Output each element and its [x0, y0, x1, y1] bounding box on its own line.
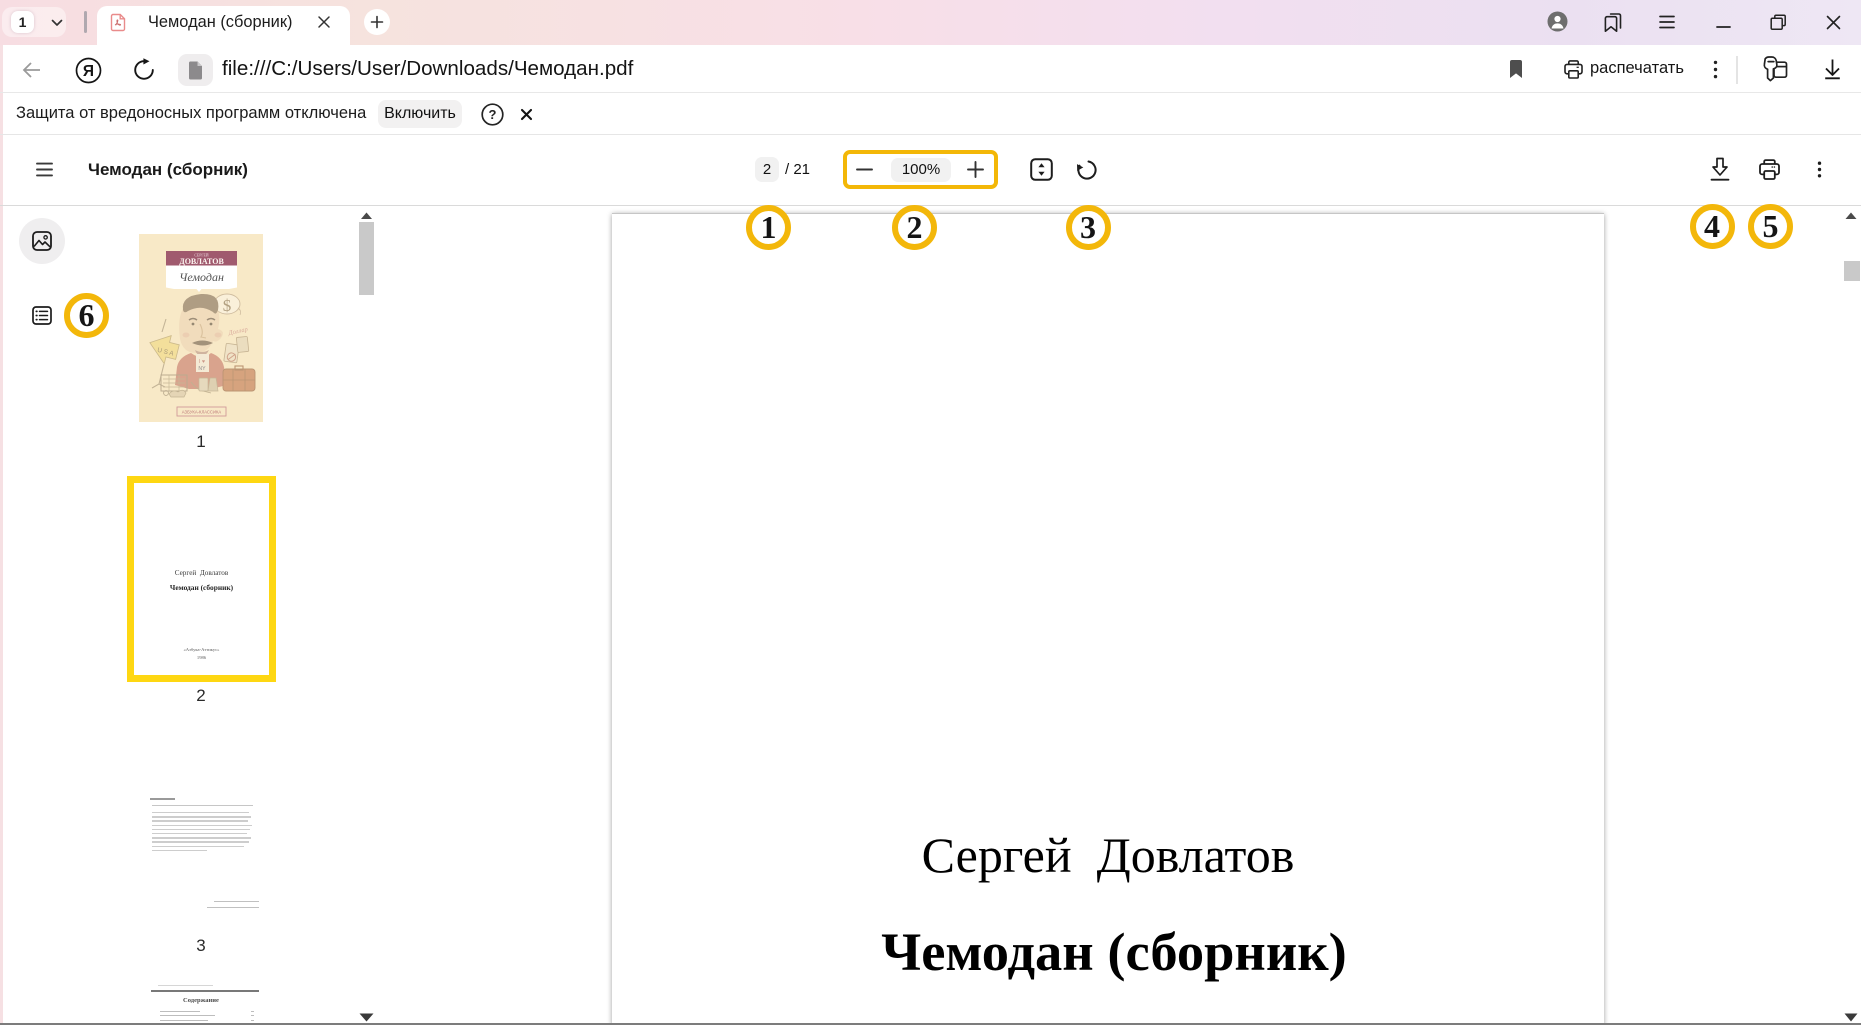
- svg-text:I ♥: I ♥: [199, 359, 205, 365]
- svg-text:АЗБУКА-КЛАССИКА: АЗБУКА-КЛАССИКА: [182, 410, 222, 415]
- svg-text:NY: NY: [198, 366, 206, 372]
- svg-text:Чемодан: Чемодан: [179, 270, 224, 284]
- svg-text:Я: Я: [83, 63, 94, 80]
- svg-text:?: ?: [489, 107, 497, 122]
- svg-text:Доллар: Доллар: [227, 326, 249, 337]
- svg-text:$: $: [223, 296, 232, 315]
- svg-text:ДОВЛАТОВ: ДОВЛАТОВ: [179, 257, 224, 266]
